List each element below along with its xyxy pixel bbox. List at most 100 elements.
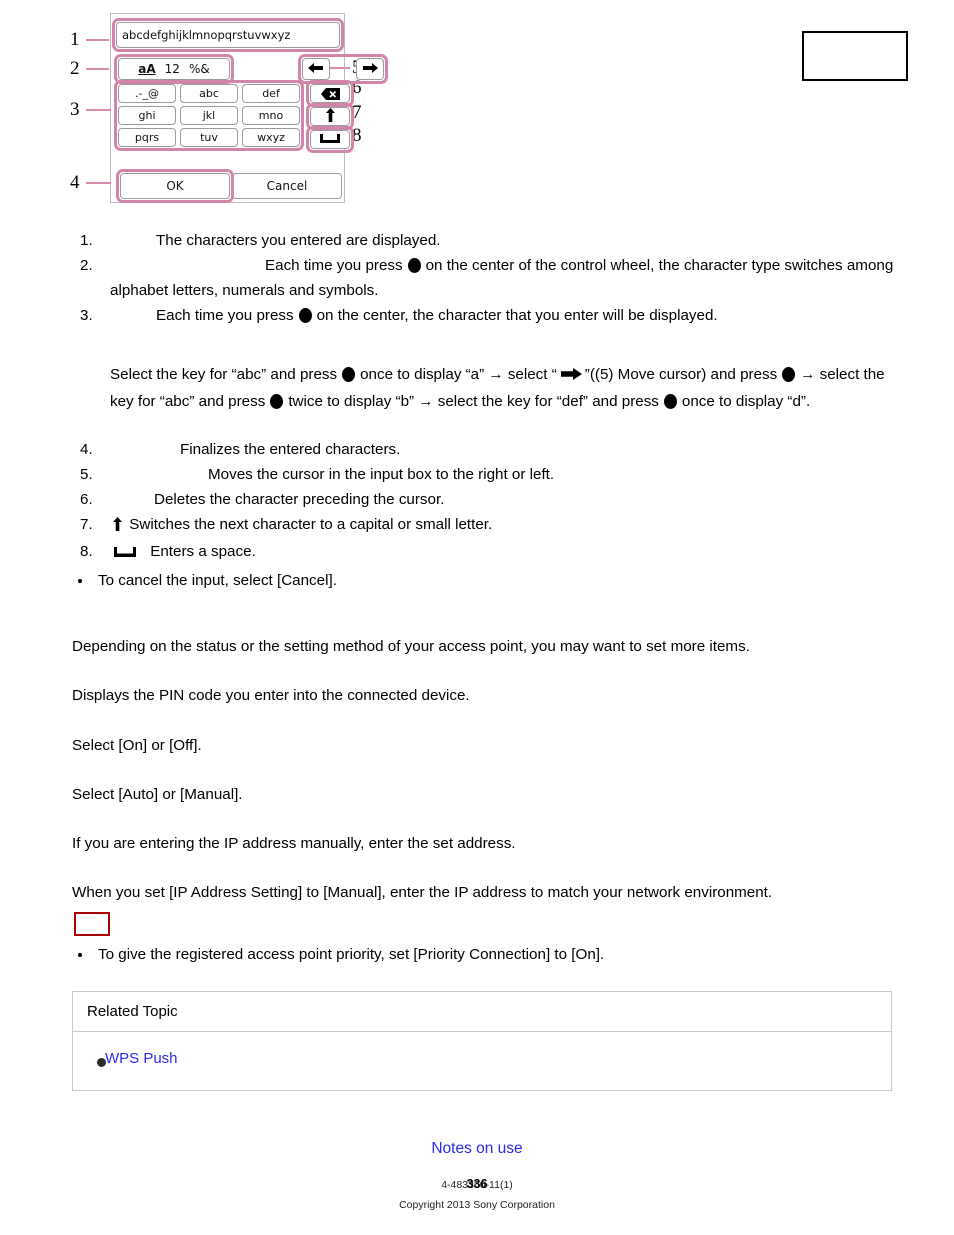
arrow-right-key[interactable] (356, 58, 384, 80)
keyboard-figure: 1 2 3 4 5 6 7 8 abcdefghijklmnopqrstuvwx… (70, 8, 430, 208)
list-item-4: 4. Finalizes the entered characters. (72, 437, 902, 462)
arrow-left-key[interactable] (302, 58, 330, 80)
list-item-8-number: 8. (80, 543, 93, 560)
list-item-1: 1. The characters you entered are displa… (72, 228, 902, 253)
paragraph-access-point: Depending on the status or the setting m… (72, 638, 750, 655)
ok-button[interactable]: OK (120, 173, 230, 199)
example-text-3: ”((5) Move cursor) and press (584, 366, 778, 383)
related-topic-header: Related Topic (73, 992, 891, 1032)
callout-2: 2 (70, 58, 80, 79)
leader-line-3 (86, 109, 111, 111)
key-tuv[interactable]: tuv (180, 128, 238, 147)
center-button-icon (407, 258, 421, 273)
copyright-text: Copyright 2013 Sony Corporation (399, 1199, 555, 1211)
bullet-icon (78, 579, 82, 583)
list-item-5-number: 5. (80, 466, 93, 483)
example-text-2: once to display “a” → select “ (360, 366, 557, 383)
char-type-symbol: %& (188, 62, 210, 76)
callout-8: 8 (352, 125, 362, 146)
text-input-field[interactable]: abcdefghijklmnopqrstuvwxyz (116, 22, 340, 48)
list-item-3-text-a: Each time you press (156, 307, 294, 324)
priority-note: To give the registered access point prio… (78, 945, 858, 965)
cancel-note: To cancel the input, select [Cancel]. (78, 571, 778, 591)
arrow-up-icon (325, 108, 336, 125)
key-wxyz[interactable]: wxyz (242, 128, 300, 147)
key-mno[interactable]: mno (242, 106, 300, 125)
shift-key[interactable] (310, 107, 350, 126)
bullet-icon (78, 953, 82, 957)
example-text-1: Select the key for “abc” and press (110, 366, 338, 383)
callout-3: 3 (70, 99, 80, 120)
list-item-2-text-b: on the center of the control wheel, the … (110, 257, 894, 299)
list-item-3: 3. Each time you press on the center, the… (72, 303, 902, 328)
arrow-right-icon (560, 364, 582, 389)
backspace-key[interactable] (310, 84, 350, 103)
key-jkl[interactable]: jkl (180, 106, 238, 125)
callout-1: 1 (70, 29, 80, 50)
key-ghi[interactable]: ghi (118, 106, 176, 125)
list-item-5-text: Moves the cursor in the input box to the… (208, 466, 555, 483)
list-item-3-number: 3. (80, 307, 93, 324)
related-topic-body: WPS Push (73, 1032, 891, 1090)
cancel-button[interactable]: Cancel (232, 173, 342, 199)
cancel-note-text: To cancel the input, select [Cancel]. (98, 572, 337, 589)
page-number: 336 (466, 1177, 488, 1191)
list-item-5: 5. Moves the cursor in the input box to … (72, 462, 902, 487)
list-item-6-number: 6. (80, 491, 93, 508)
list-item-6: 6. Deletes the character preceding the c… (72, 487, 902, 512)
callout-7: 7 (352, 102, 362, 123)
note-placeholder-box (74, 912, 110, 936)
related-topic-box: Related Topic WPS Push (72, 991, 892, 1091)
key-pqrs[interactable]: pqrs (118, 128, 176, 147)
example-paragraph: Select the key for “abc” and press once t… (110, 362, 910, 414)
leader-line-2 (86, 68, 109, 70)
list-item-7-number: 7. (80, 516, 93, 533)
character-type-key[interactable]: aA 12 %& (118, 58, 230, 80)
arrow-right-icon (362, 62, 378, 77)
list-item-6-text: Deletes the character preceding the curs… (154, 491, 445, 508)
leader-line-1 (86, 39, 109, 41)
list-item-2: 2. Each time you press on the center of t… (72, 253, 902, 303)
paragraph-ip-setting: When you set [IP Address Setting] to [Ma… (72, 884, 773, 901)
description-list-top: 1. The characters you entered are displa… (72, 228, 902, 328)
notes-on-use-link[interactable]: Notes on use (0, 1140, 954, 1158)
center-button-icon (298, 308, 312, 323)
list-item-2-text-a: Each time you press (265, 257, 403, 274)
list-item-1-text: The characters you entered are displayed… (156, 232, 441, 249)
callout-4: 4 (70, 172, 80, 193)
paragraph-auto-manual: Select [Auto] or [Manual]. (72, 786, 243, 803)
list-item-7-text: Switches the next character to a capital… (129, 516, 493, 533)
space-icon (320, 133, 340, 146)
space-icon (114, 540, 136, 565)
arrow-left-icon (308, 62, 324, 77)
list-item-1-number: 1. (80, 232, 93, 249)
list-item-4-text: Finalizes the entered characters. (180, 441, 401, 458)
related-topic-link-wps-push[interactable]: WPS Push (87, 1050, 178, 1067)
bullet-icon (97, 1058, 106, 1067)
top-right-empty-box (802, 31, 908, 81)
key-abc[interactable]: abc (180, 84, 238, 103)
key-symbols[interactable]: .-_@ (118, 84, 176, 103)
center-button-icon (782, 367, 796, 382)
arrow-up-icon (112, 514, 123, 539)
key-def[interactable]: def (242, 84, 300, 103)
description-list-bottom: 4. Finalizes the entered characters. 5. … (72, 437, 902, 565)
example-text-6: once to display “d”. (681, 393, 811, 410)
example-text-5: twice to display “b” → select the key fo… (288, 393, 659, 410)
char-type-alpha: aA (138, 62, 156, 76)
char-type-numeral: 12 (164, 62, 180, 76)
list-item-7: 7. Switches the next character to a capi… (72, 512, 902, 539)
space-key[interactable] (310, 130, 350, 149)
center-button-icon (342, 367, 356, 382)
callout-6: 6 (352, 77, 362, 98)
paragraph-pin-code: Displays the PIN code you enter into the… (72, 687, 470, 704)
paragraph-on-off: Select [On] or [Off]. (72, 737, 202, 754)
related-topic-link-label: WPS Push (105, 1050, 178, 1067)
paragraph-ip-manual: If you are entering the IP address manua… (72, 835, 516, 852)
list-item-4-number: 4. (80, 441, 93, 458)
list-item-8-text: Enters a space. (150, 543, 256, 560)
center-button-icon (663, 394, 677, 409)
list-item-8: 8. Enters a space. (72, 539, 902, 565)
backspace-icon (320, 87, 340, 100)
list-item-3-text-b: on the center, the character that you en… (316, 307, 718, 324)
